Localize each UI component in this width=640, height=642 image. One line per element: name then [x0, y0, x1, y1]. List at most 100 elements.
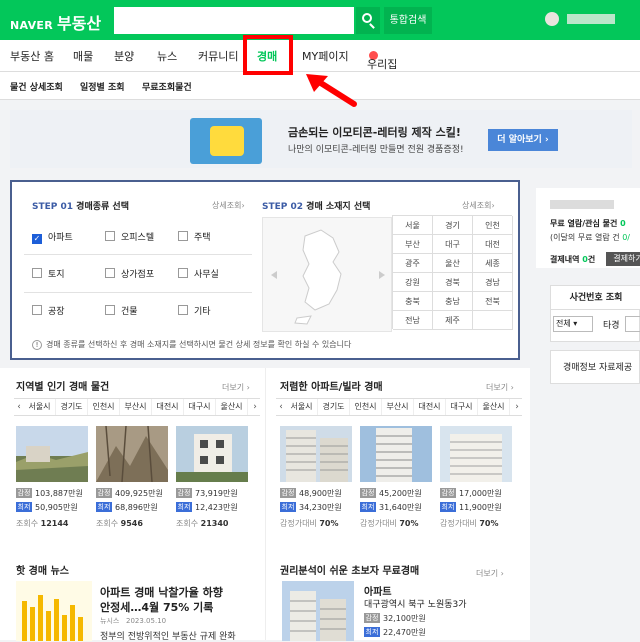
region-chungbuk[interactable]: 충북 [393, 292, 433, 311]
cheap-tab-gyeonggi[interactable]: 경기도 [318, 399, 350, 415]
region-jeonbuk[interactable]: 전북 [473, 292, 513, 311]
info-icon: ! [32, 340, 42, 350]
case-search-title[interactable]: 사건번호 조회 [551, 286, 640, 310]
search-button[interactable] [356, 7, 380, 34]
cheap-tab-incheon[interactable]: 인천시 [350, 399, 382, 415]
popular-tab-daejeon[interactable]: 대전시 [152, 399, 184, 415]
user-profile[interactable] [545, 12, 635, 26]
nav-item-news[interactable]: 뉴스 [157, 48, 177, 64]
popular-tab-daegu[interactable]: 대구시 [184, 399, 216, 415]
auction-info-link[interactable]: 경매정보 자료제공 [550, 350, 640, 384]
analysis-photo[interactable] [282, 581, 354, 641]
checkbox-house[interactable]: 주택 [178, 230, 211, 243]
nav-item-home[interactable]: 부동산 홈 [10, 48, 54, 64]
popular-more-link[interactable]: 더보기 › [222, 382, 250, 393]
tab-next-icon[interactable]: › [250, 399, 260, 415]
court-select[interactable]: 전체 ▾ [553, 316, 593, 332]
payment-label: 결제내역 [550, 255, 580, 264]
region-gyeongbuk[interactable]: 경북 [433, 273, 473, 292]
apartment-photo[interactable] [280, 426, 352, 482]
tab-next-icon[interactable]: › [512, 399, 522, 415]
region-gwangju[interactable]: 광주 [393, 254, 433, 273]
tab-prev-icon[interactable]: ‹ [276, 399, 286, 415]
view-value: 9546 [120, 519, 143, 528]
search-input[interactable] [114, 7, 354, 34]
nav-item-myhome[interactable]: 우리집 [367, 48, 397, 71]
view-label: 조회수 [176, 519, 199, 528]
nav-item-community[interactable]: 커뮤니티 [198, 48, 238, 64]
popular-tab-incheon[interactable]: 인천시 [88, 399, 120, 415]
checkbox-store[interactable]: 상가점포 [105, 267, 154, 280]
subnav-item-detail[interactable]: 물건 상세조회 [10, 80, 63, 93]
checkbox-label: 기타 [194, 307, 211, 317]
cheap-tab-daegu[interactable]: 대구시 [446, 399, 478, 415]
case-number-input[interactable] [625, 316, 640, 332]
ratio: 감정가대비 70% [440, 518, 499, 529]
checkbox-building[interactable]: 건물 [105, 304, 138, 317]
naver-realestate-logo[interactable]: NAVER 부동산 [10, 10, 101, 34]
subnav-item-schedule[interactable]: 일정별 조회 [80, 80, 125, 93]
region-seoul[interactable]: 서울 [393, 216, 433, 235]
appraisal-tag: 감정 [280, 488, 296, 498]
region-ulsan[interactable]: 울산 [433, 254, 473, 273]
step2-detail-link[interactable]: 상세조회› [462, 200, 495, 211]
promo-banner[interactable]: 금손되는 이모티콘-레터링 제작 스킬! 나만의 이모티콘-레터링 만들면 전원… [10, 110, 632, 168]
region-gyeonggi[interactable]: 경기 [433, 216, 473, 235]
region-sejong[interactable]: 세종 [473, 254, 513, 273]
popular-tab-busan[interactable]: 부산시 [120, 399, 152, 415]
property-photo[interactable] [176, 426, 248, 482]
news-headline-line2[interactable]: 안정세…4월 75% 기록 [100, 599, 213, 615]
popular-title: 지역별 인기 경매 물건 [16, 382, 110, 393]
appraisal-price: 감정 17,000만원 [440, 488, 502, 499]
apartment-photo[interactable] [440, 426, 512, 482]
region-jeju[interactable]: 제주 [433, 311, 473, 330]
checkbox-officetel[interactable]: 오피스텔 [105, 230, 154, 243]
cheap-tab-ulsan[interactable]: 울산시 [478, 399, 510, 415]
popular-tab-ulsan[interactable]: 울산시 [216, 399, 248, 415]
region-gyeongnam[interactable]: 경남 [473, 273, 513, 292]
checkbox-apartment[interactable]: ✓ 아파트 [32, 230, 73, 244]
nav-item-mypage[interactable]: MY페이지 [302, 48, 349, 64]
property-photo[interactable] [16, 426, 88, 482]
region-jeonnam[interactable]: 전남 [393, 311, 433, 330]
region-gangwon[interactable]: 강원 [393, 273, 433, 292]
korea-map[interactable] [262, 217, 392, 332]
region-daegu[interactable]: 대구 [433, 235, 473, 254]
news-desc[interactable]: 정부의 전방위적인 부동산 규제 완화 [100, 629, 236, 642]
integrated-search-button[interactable]: 통합검색 [384, 7, 432, 34]
checkbox-office[interactable]: 사무실 [178, 267, 219, 280]
nav-item-listings[interactable]: 매물 [73, 48, 93, 64]
region-chungnam[interactable]: 충남 [433, 292, 473, 311]
cheap-more-link[interactable]: 더보기 › [486, 382, 514, 393]
popular-tab-seoul[interactable]: 서울시 [24, 399, 56, 415]
region-incheon[interactable]: 인천 [473, 216, 513, 235]
checkbox-etc[interactable]: 기타 [178, 304, 211, 317]
view-count: 조회수 21340 [176, 518, 228, 529]
nav-item-presale[interactable]: 분양 [114, 48, 134, 64]
property-photo[interactable] [96, 426, 168, 482]
checkbox-land[interactable]: 토지 [32, 267, 65, 280]
subnav-item-free[interactable]: 무료조회물건 [142, 80, 192, 93]
apartment-photo[interactable] [360, 426, 432, 482]
minimum-price: 최저 34,230만원 [280, 502, 342, 513]
ratio: 감정가대비 70% [360, 518, 419, 529]
news-chart-thumbnail[interactable] [16, 581, 92, 641]
news-headline-line1[interactable]: 아파트 경매 낙찰가율 하향 [100, 584, 223, 600]
analysis-type[interactable]: 아파트 [364, 583, 392, 598]
step1-detail-link[interactable]: 상세조회› [212, 200, 245, 211]
pay-button[interactable]: 결제하기 [606, 252, 640, 266]
cheap-tab-seoul[interactable]: 서울시 [286, 399, 318, 415]
region-daejeon[interactable]: 대전 [473, 235, 513, 254]
payment-history[interactable]: 결제내역 0건 [550, 254, 595, 265]
region-busan[interactable]: 부산 [393, 235, 433, 254]
checkbox-factory[interactable]: 공장 [32, 304, 65, 317]
banner-more-button[interactable]: 더 알아보기 › [488, 129, 558, 151]
cheap-tab-daejeon[interactable]: 대전시 [414, 399, 446, 415]
tab-prev-icon[interactable]: ‹ [14, 399, 24, 415]
popular-tab-gyeonggi[interactable]: 경기도 [56, 399, 88, 415]
red-arrow-annotation [306, 74, 357, 107]
cheap-tab-busan[interactable]: 부산시 [382, 399, 414, 415]
ratio-value: 70% [399, 519, 419, 528]
analysis-more-link[interactable]: 더보기 › [476, 568, 504, 579]
free-view-title: 무료 열람/관심 물건 0 [550, 218, 626, 229]
